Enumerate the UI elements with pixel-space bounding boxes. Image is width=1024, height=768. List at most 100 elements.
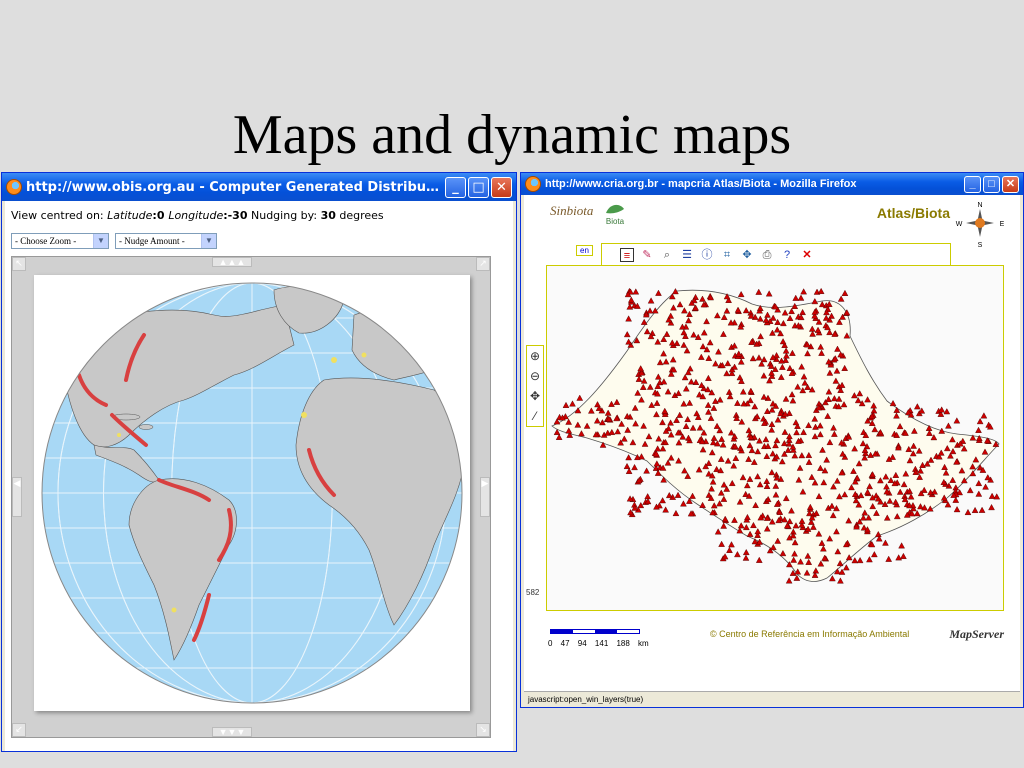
occurrence-marker [978,506,986,513]
occurrence-marker [797,294,805,301]
occurrence-marker [952,496,960,503]
nudge-select[interactable]: - Nudge Amount - ▼ [115,233,217,249]
copyright-link[interactable]: © Centro de Referência em Informação Amb… [710,629,909,639]
occurrence-marker [975,426,982,433]
state-map-svg [551,287,1001,584]
longitude-label: Longitude [168,209,224,222]
zoom-select[interactable]: - Choose Zoom - ▼ [11,233,109,249]
cria-window-title: http://www.cria.org.br - mapcria Atlas/B… [545,178,857,190]
occurrence-marker [975,490,983,497]
latitude-value: :0 [152,209,169,222]
globe-map[interactable] [34,275,470,711]
occurrence-marker [674,491,682,498]
occurrence-marker [662,506,669,513]
info-icon[interactable]: ⓘ [700,248,714,262]
occurrence-marker [631,463,638,471]
language-button[interactable]: en [576,245,593,256]
hispaniola [138,424,154,430]
nudge-north-button[interactable]: ▲▲▲ [212,257,252,267]
occurrence-marker [817,287,825,294]
biota-logo[interactable]: Biota [602,201,628,226]
occurrence-marker [637,501,645,509]
globe-map-frame: ▲▲▲ ▼▼▼ ◀ ▶ ↖ ↗ ↙ ↘ [11,256,491,738]
help-icon[interactable]: ? [780,248,794,262]
compass-n: N [977,202,982,209]
state-map[interactable] [546,265,1004,611]
occurrence-marker [765,290,773,297]
cria-window: http://www.cria.org.br - mapcria Atlas/B… [520,172,1024,708]
close-button[interactable]: ✕ [1002,175,1019,193]
corner-se-button[interactable]: ↘ [476,723,490,737]
zoom-in-icon[interactable]: ⊕ [527,346,543,366]
occurrence-marker [943,408,951,415]
occurrence-marker [984,474,992,481]
occurrence-marker [672,509,680,517]
occurrence-marker [953,417,961,424]
nudge-south-button[interactable]: ▼▼▼ [212,727,252,737]
occurrence-marker [988,503,995,511]
search-icon[interactable]: ⌕ [660,248,674,262]
view-info-prefix: View centred on: [11,209,108,222]
compass-e: E [1000,221,1005,228]
firefox-icon [525,176,541,192]
occurrence-marker [576,394,584,401]
layers-icon[interactable]: ≡ [620,247,634,262]
zoom-out-icon[interactable]: ⊖ [527,366,543,386]
occurrence-marker [792,294,800,301]
list-icon[interactable]: ☰ [680,248,694,262]
compass-icon: N S E W [950,199,1010,251]
occurrence-marker [755,556,763,563]
occurrence-marker [953,506,961,513]
occurrence-marker [728,541,735,548]
corner-nw-button[interactable]: ↖ [12,257,26,271]
close-icon[interactable]: ✕ [800,248,814,262]
occurrence-marker [914,403,921,410]
occurrence-marker [555,433,563,440]
obis-content: View centred on: Latitude:0 Longitude:-3… [5,201,513,751]
latitude-label: Latitude [107,209,153,222]
occurrence-marker [655,289,662,296]
nudge-select-value: - Nudge Amount - [119,236,185,246]
longitude-value: :-30 [223,209,248,222]
pick-icon[interactable]: ⁄ [527,406,543,426]
occurrence-marker [885,555,893,562]
nudge-east-button[interactable]: ▶ [480,477,490,517]
occurrence-marker [898,542,905,549]
map-toolbar: ≡ ✎ ⌕ ☰ ⓘ ⌗ ✥ ⎙ ? ✕ [601,243,951,265]
maximize-button[interactable]: □ [983,175,1000,193]
cria-titlebar[interactable]: http://www.cria.org.br - mapcria Atlas/B… [521,173,1023,195]
compass-s: S [978,242,983,249]
minimize-button[interactable]: _ [445,176,466,198]
occurrence-marker [726,546,733,553]
occurrence-marker [871,551,878,558]
close-button[interactable]: ✕ [491,176,512,198]
occurrence-marker [895,554,903,561]
pan-icon[interactable]: ✥ [740,248,754,262]
occurrence-marker [640,318,648,325]
pan-arrows-icon[interactable]: ✥ [527,386,543,406]
obis-titlebar[interactable]: http://www.obis.org.au - Computer Genera… [2,173,516,201]
occurrence-marker [627,296,635,303]
occurrence-marker [842,564,850,571]
maximize-button[interactable]: □ [468,176,489,198]
fullextent-icon[interactable]: ⌗ [720,248,734,262]
corner-sw-button[interactable]: ↙ [12,723,26,737]
minimize-button[interactable]: _ [964,175,981,193]
compass-w: W [956,221,963,228]
nudge-west-button[interactable]: ◀ [12,477,22,517]
biota-logo-text: Biota [605,217,625,226]
occurrence-marker [720,522,728,529]
edit-icon[interactable]: ✎ [640,248,654,262]
occurrence-marker [755,288,763,295]
firefox-icon [6,179,22,195]
occurrence-marker [889,399,897,407]
mapserver-logo[interactable]: MapServer [949,627,1004,642]
chevron-down-icon[interactable]: ▼ [201,234,216,248]
corner-ne-button[interactable]: ↗ [476,257,490,271]
occurrence-marker [841,289,849,296]
sinbiota-logo[interactable]: Sinbiota [550,203,593,219]
occurrence-marker [811,298,819,305]
chevron-down-icon[interactable]: ▼ [93,234,108,248]
occurrence-marker [737,290,745,298]
print-icon[interactable]: ⎙ [760,248,774,262]
